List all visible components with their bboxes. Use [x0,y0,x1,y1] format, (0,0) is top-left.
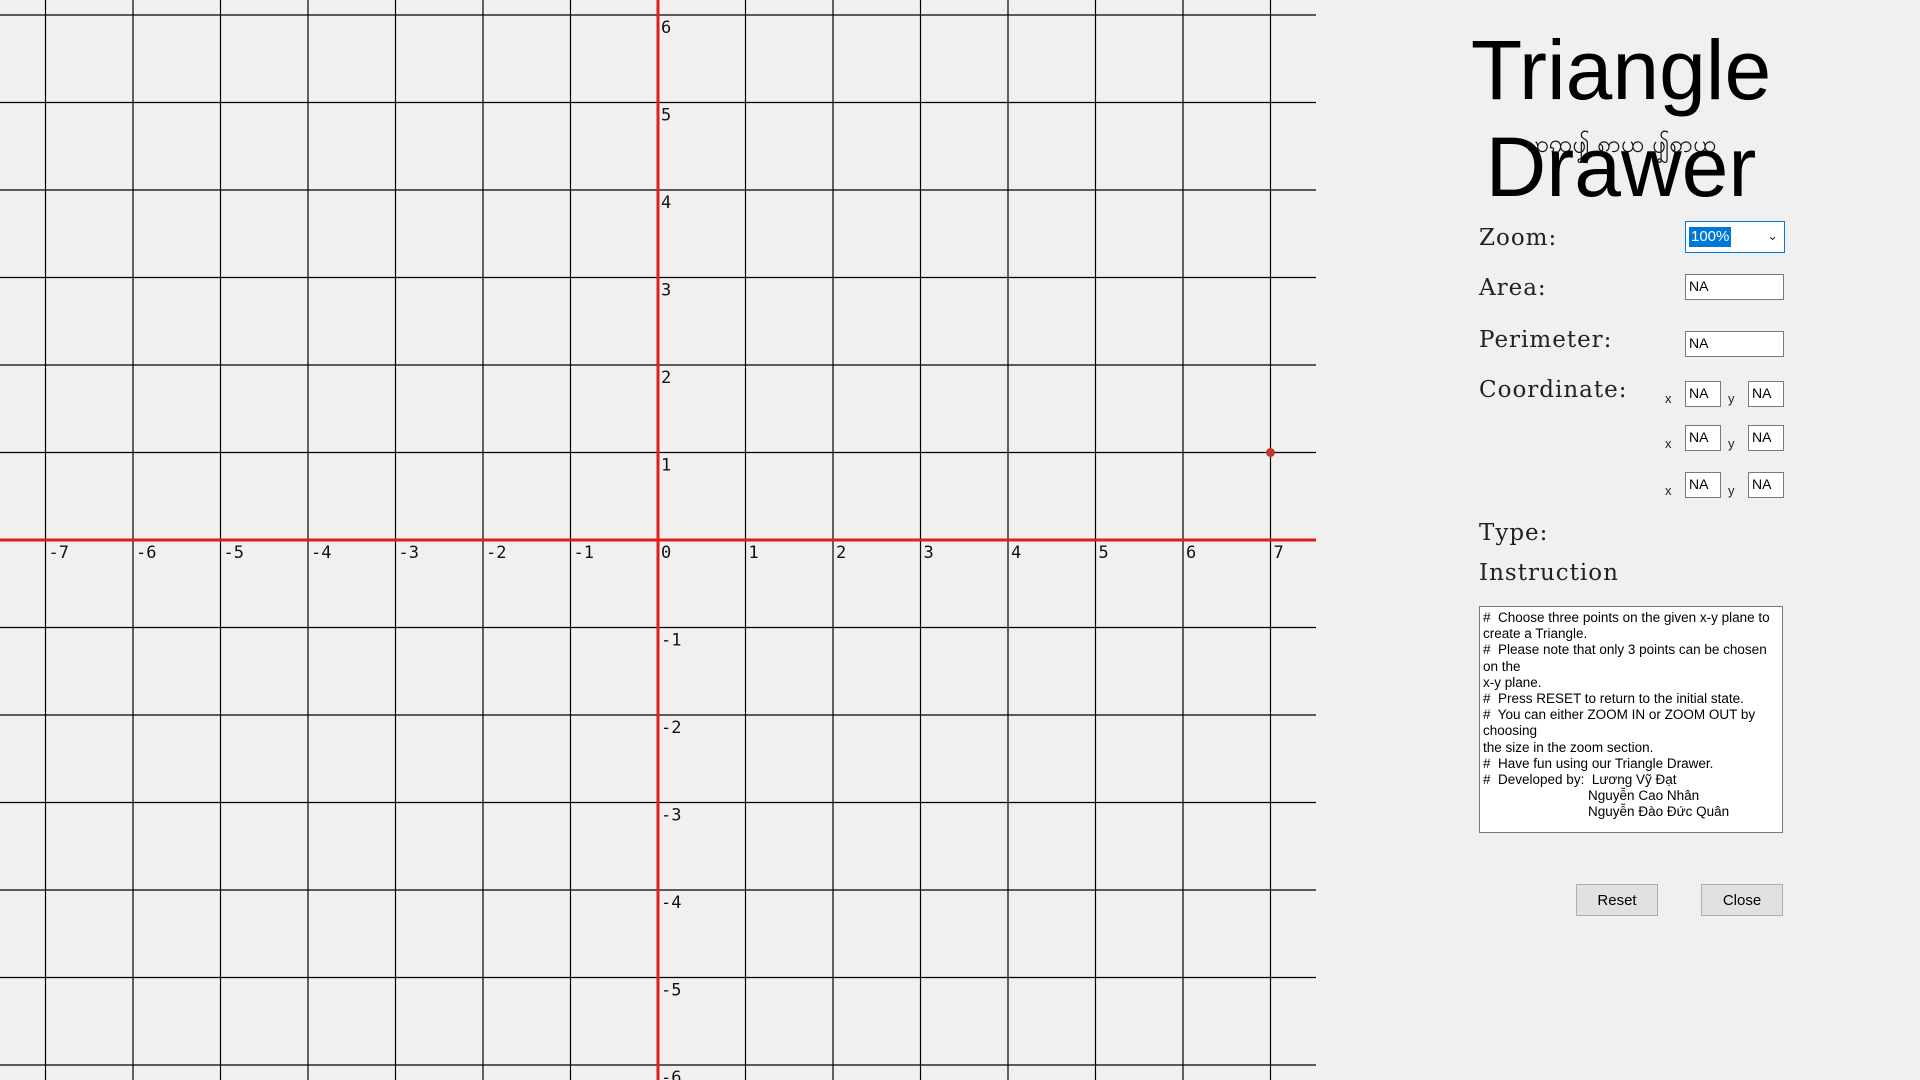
y-tick-label: -2 [661,718,681,738]
x-label: x [1665,483,1672,498]
chevron-down-icon[interactable]: ⌄ [1767,228,1778,244]
coordinate-plane[interactable]: -7 -6 -5 -4 -3 -2 -1 0 1 2 3 4 5 6 7 6 5 4 3 2 1 -1 -2 -3 -4 -5 -6 [0,0,1316,1080]
x-tick-label: -1 [574,543,594,563]
x-tick-label: -5 [224,543,244,563]
y-tick-label: 3 [661,281,671,301]
x3-field[interactable]: NA [1685,472,1721,498]
y3-field[interactable]: NA [1748,472,1784,498]
x-tick-label: -4 [311,543,331,563]
x-tick-label: 7 [1274,543,1284,563]
y-tick-label: 2 [661,368,671,388]
x-tick-label: 3 [924,543,934,563]
x-tick-label: 1 [749,543,759,563]
zoom-label: Zoom: [1479,225,1558,251]
x-tick-label: -6 [136,543,156,563]
y-tick-label: 6 [661,18,671,38]
x1-field[interactable]: NA [1685,381,1721,407]
selected-point-marker [1266,448,1275,457]
y-tick-label: -3 [661,806,681,826]
x-tick-label: -2 [486,543,506,563]
y-label: y [1728,436,1735,451]
instruction-label: Instruction [1479,560,1619,586]
type-label: Type: [1479,520,1549,546]
x-tick-label: 4 [1011,543,1021,563]
x-tick-label: 2 [836,543,846,563]
x2-field[interactable]: NA [1685,425,1721,451]
close-button[interactable]: Close [1701,884,1783,916]
y-tick-label: 1 [661,456,671,476]
perimeter-field[interactable]: NA [1685,331,1784,357]
y-tick-label: -4 [661,893,681,913]
x-tick-label: -3 [399,543,419,563]
app-title: Triangle Drawer [1470,23,1772,214]
zoom-select[interactable]: 100% ⌄ [1685,221,1785,253]
y1-field[interactable]: NA [1748,381,1784,407]
x-tick-label: 0 [661,543,671,563]
x-tick-label: 6 [1186,543,1196,563]
coordinate-label: Coordinate: [1479,377,1628,403]
y-label: y [1728,483,1735,498]
y-tick-label: -1 [661,631,681,651]
app-subtitle: ꩤꩡꩴ ꩱꩤ ꩴꩱꩤ [1525,130,1717,158]
plane-canvas[interactable]: -7 -6 -5 -4 -3 -2 -1 0 1 2 3 4 5 6 7 6 5 4 3 2 1 -1 -2 -3 -4 -5 -6 [0,0,1316,1080]
area-field[interactable]: NA [1685,274,1784,300]
area-label: Area: [1479,275,1547,301]
y-tick-label: -5 [661,981,681,1001]
instruction-text[interactable]: # Choose three points on the given x-y p… [1479,606,1783,833]
y2-field[interactable]: NA [1748,425,1784,451]
y-tick-label: 4 [661,193,671,213]
control-panel: Triangle Drawer ꩤꩡꩴ ꩱꩤ ꩴꩱꩤ [1316,0,1920,1080]
y-tick-label: -6 [661,1068,681,1080]
zoom-selected-value: 100% [1689,227,1732,247]
perimeter-label: Perimeter: [1479,327,1613,353]
x-tick-label: -7 [49,543,69,563]
y-tick-label: 5 [661,106,671,126]
x-label: x [1665,391,1672,406]
y-label: y [1728,391,1735,406]
x-tick-label: 5 [1099,543,1109,563]
reset-button[interactable]: Reset [1576,884,1658,916]
x-label: x [1665,436,1672,451]
